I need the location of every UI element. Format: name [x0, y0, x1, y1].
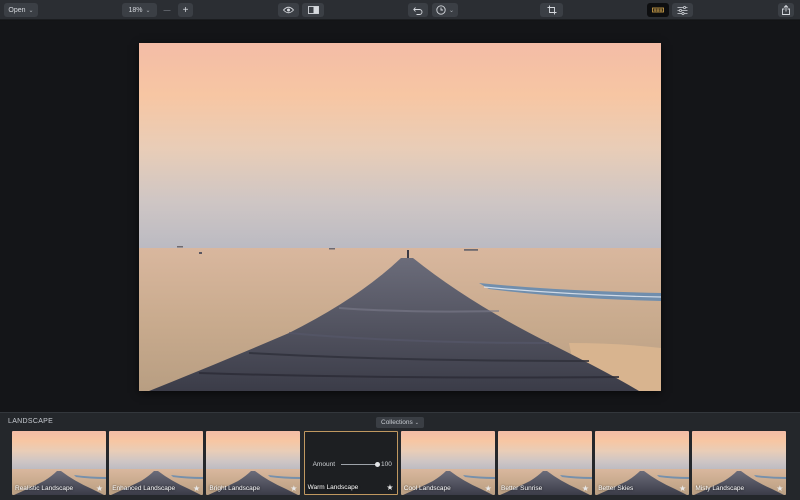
- open-button[interactable]: Open ⌄: [4, 3, 38, 17]
- favorite-star-icon[interactable]: ★: [776, 484, 783, 493]
- preset-label: Better Sunrise: [501, 485, 543, 492]
- amount-value: 100: [381, 460, 392, 468]
- preset-thumbnail[interactable]: Bright Landscape ★: [206, 431, 301, 495]
- preview-button[interactable]: [278, 3, 299, 17]
- preset-thumbnail[interactable]: Enhanced Landscape ★: [109, 431, 204, 495]
- share-button[interactable]: [778, 3, 794, 17]
- compare-icon: [307, 6, 319, 14]
- preset-thumbnail[interactable]: Amount 100 Warm Landscape ★: [303, 431, 398, 495]
- toolbar: Open ⌄ 18% ⌄ — + ⌄: [0, 0, 800, 20]
- compare-button[interactable]: [302, 3, 324, 17]
- favorite-star-icon[interactable]: ★: [386, 483, 393, 492]
- history-button[interactable]: ⌄: [432, 3, 458, 17]
- image-canvas[interactable]: [0, 21, 800, 412]
- open-label: Open: [8, 6, 26, 14]
- preset-label: Better Skies: [598, 485, 634, 492]
- presets-panel: LANDSCAPE Collections ⌄ Realistic Landsc…: [0, 412, 800, 500]
- zoom-out-icon: —: [163, 6, 171, 14]
- eye-icon: [283, 6, 294, 14]
- preset-label: Misty Landscape: [695, 485, 745, 492]
- adjustments-icon: [677, 5, 688, 15]
- amount-knob[interactable]: [374, 461, 380, 467]
- share-icon: [782, 5, 790, 15]
- chevron-down-icon: ⌄: [414, 419, 419, 426]
- favorite-star-icon[interactable]: ★: [290, 484, 297, 493]
- amount-track[interactable]: [341, 461, 380, 467]
- amount-slider[interactable]: Amount 100: [313, 459, 393, 469]
- favorite-star-icon[interactable]: ★: [679, 484, 686, 493]
- history-icon: [436, 5, 446, 15]
- preset-thumbnail[interactable]: Cool Landscape ★: [400, 431, 495, 495]
- favorite-star-icon[interactable]: ★: [582, 484, 589, 493]
- preset-label: Realistic Landscape: [15, 485, 74, 492]
- zoom-in-icon: +: [182, 4, 189, 16]
- crop-icon: [547, 5, 556, 15]
- presets-icon: [652, 7, 664, 13]
- zoom-out-button[interactable]: —: [160, 3, 174, 17]
- favorite-star-icon[interactable]: ★: [485, 484, 492, 493]
- preset-label: Warm Landscape: [307, 484, 359, 491]
- preset-label: Bright Landscape: [209, 485, 260, 492]
- preset-thumbnail[interactable]: Misty Landscape ★: [692, 431, 787, 495]
- zoom-in-button[interactable]: +: [178, 3, 193, 17]
- chevron-down-icon: ⌄: [145, 7, 151, 14]
- photo-preview: [139, 43, 661, 391]
- collections-dropdown[interactable]: Collections ⌄: [376, 417, 424, 428]
- favorite-star-icon[interactable]: ★: [193, 484, 200, 493]
- preset-thumbnail[interactable]: Better Skies ★: [595, 431, 690, 495]
- presets-button[interactable]: [647, 3, 669, 17]
- crop-button[interactable]: [540, 3, 563, 17]
- panel-title: LANDSCAPE: [8, 418, 54, 425]
- preset-thumbnail[interactable]: Better Sunrise ★: [498, 431, 592, 495]
- chevron-down-icon: ⌄: [28, 7, 34, 14]
- preset-label: Enhanced Landscape: [112, 485, 176, 492]
- zoom-select[interactable]: 18% ⌄: [122, 3, 157, 17]
- collections-label: Collections: [381, 419, 413, 426]
- preset-label: Cool Landscape: [403, 485, 451, 492]
- preset-thumbnails: Realistic Landscape ★ Enhanced Landscape ★ B…: [12, 431, 792, 495]
- zoom-value: 18%: [128, 6, 143, 14]
- preset-thumbnail[interactable]: Realistic Landscape ★: [12, 431, 106, 495]
- chevron-down-icon: ⌄: [448, 7, 455, 14]
- undo-icon: [413, 6, 423, 15]
- favorite-star-icon[interactable]: ★: [96, 484, 103, 493]
- undo-button[interactable]: [408, 3, 428, 17]
- amount-label: Amount: [312, 460, 335, 468]
- adjustments-button[interactable]: [672, 3, 693, 17]
